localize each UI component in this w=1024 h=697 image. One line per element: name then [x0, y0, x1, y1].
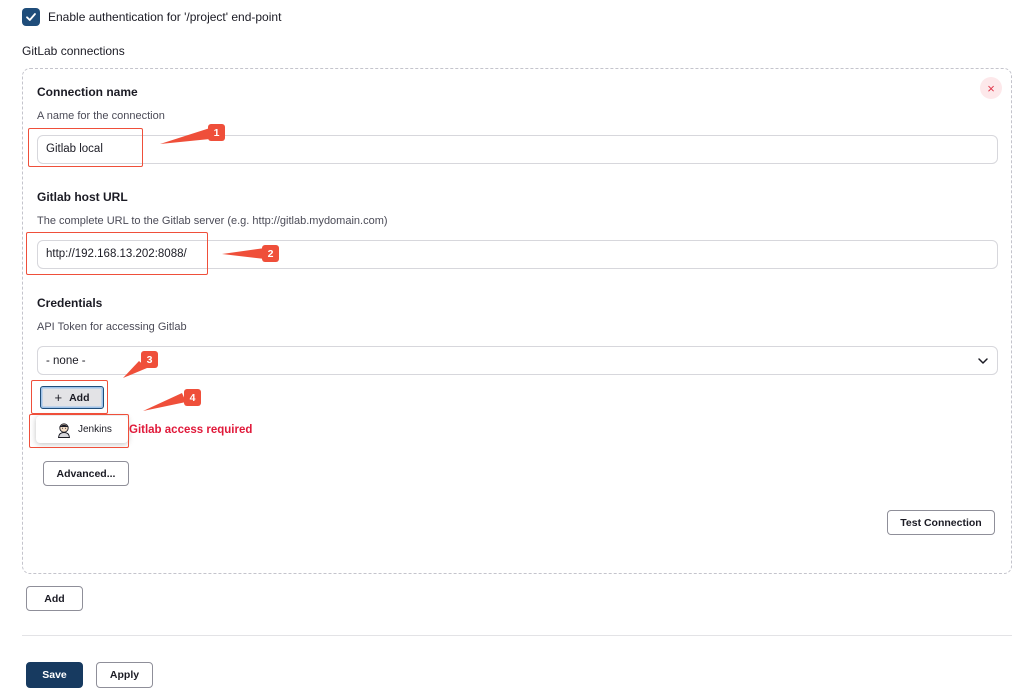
- host-url-label: Gitlab host URL: [37, 190, 128, 204]
- auth-checkbox-label: Enable authentication for '/project' end…: [48, 10, 282, 24]
- host-url-help: The complete URL to the Gitlab server (e…: [37, 215, 388, 227]
- check-icon: [26, 13, 36, 21]
- apply-button[interactable]: Apply: [96, 662, 153, 688]
- chevron-down-icon: [978, 357, 988, 364]
- credentials-label: Credentials: [37, 296, 103, 310]
- annotation-highlight-2: [26, 232, 208, 275]
- annotation-highlight-4: [29, 414, 129, 448]
- credentials-help: API Token for accessing Gitlab: [37, 321, 187, 333]
- delete-connection-button[interactable]: ×: [980, 77, 1002, 99]
- auth-checkbox[interactable]: [22, 8, 40, 26]
- annotation-highlight-3: [31, 380, 108, 414]
- test-connection-button[interactable]: Test Connection: [887, 510, 995, 535]
- annotation-badge-2: 2: [262, 245, 279, 262]
- connection-name-input[interactable]: Gitlab local: [37, 135, 998, 164]
- connection-name-help: A name for the connection: [37, 110, 165, 122]
- divider: [22, 635, 1012, 636]
- annotation-badge-3: 3: [141, 351, 158, 368]
- annotation-highlight-1: [28, 128, 143, 167]
- annotation-badge-4: 4: [184, 389, 201, 406]
- connection-name-label: Connection name: [37, 85, 138, 99]
- credentials-select[interactable]: - none -: [37, 346, 998, 375]
- add-connection-button[interactable]: Add: [26, 586, 83, 611]
- save-button[interactable]: Save: [26, 662, 83, 688]
- advanced-button[interactable]: Advanced...: [43, 461, 129, 486]
- annotation-badge-1: 1: [208, 124, 225, 141]
- credentials-error-message: Gitlab access required: [129, 424, 253, 436]
- close-icon: ×: [987, 80, 995, 96]
- section-title: GitLab connections: [22, 44, 125, 58]
- credentials-selected-value: - none -: [46, 354, 86, 367]
- footer-bar: [0, 650, 1024, 697]
